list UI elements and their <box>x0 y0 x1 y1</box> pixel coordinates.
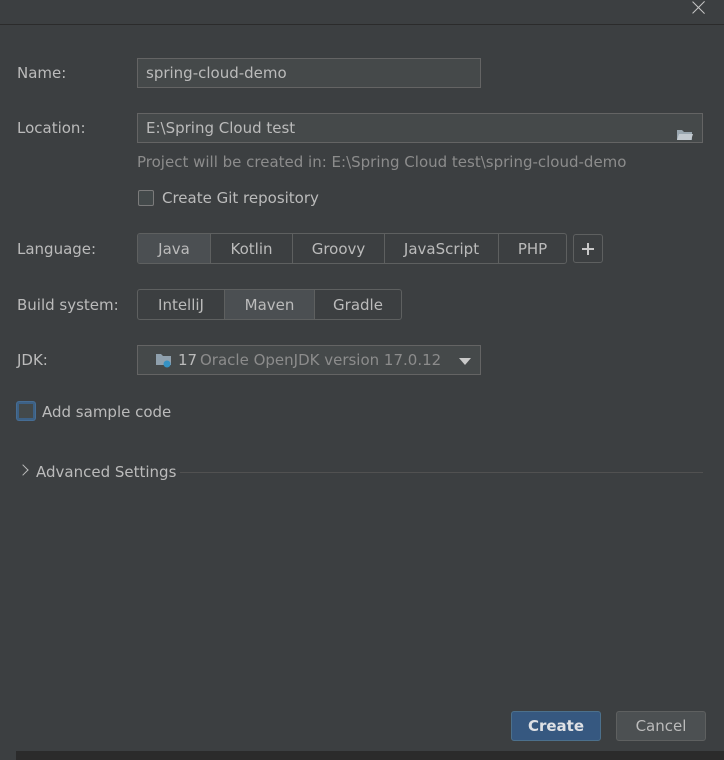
chevron-down-icon <box>459 358 471 365</box>
folder-icon[interactable] <box>676 122 694 140</box>
build-option-maven[interactable]: Maven <box>225 290 315 319</box>
language-option-groovy[interactable]: Groovy <box>293 234 385 263</box>
language-selector: Java Kotlin Groovy JavaScript PHP <box>137 233 567 264</box>
git-checkbox-label: Create Git repository <box>162 189 319 207</box>
build-system-selector: IntelliJ Maven Gradle <box>137 289 402 320</box>
language-option-php[interactable]: PHP <box>499 234 566 263</box>
language-option-javascript[interactable]: JavaScript <box>385 234 499 263</box>
create-button[interactable]: Create <box>511 711 601 741</box>
language-label: Language: <box>17 240 97 258</box>
title-bar <box>0 0 724 25</box>
sample-code-label: Add sample code <box>42 403 172 421</box>
build-option-intellij[interactable]: IntelliJ <box>138 290 225 319</box>
location-value: E:\Spring Cloud test <box>146 119 296 137</box>
name-label: Name: <box>17 64 67 82</box>
advanced-settings-divider <box>180 472 703 473</box>
chevron-right-icon[interactable] <box>17 464 29 476</box>
location-hint: Project will be created in: E:\Spring Cl… <box>137 153 627 171</box>
advanced-settings-toggle[interactable]: Advanced Settings <box>36 462 176 482</box>
git-checkbox[interactable] <box>138 190 154 206</box>
build-option-gradle[interactable]: Gradle <box>315 290 401 319</box>
language-option-kotlin[interactable]: Kotlin <box>211 234 293 263</box>
jdk-label: JDK: <box>17 351 48 369</box>
jdk-dropdown[interactable]: 17 Oracle OpenJDK version 17.0.12 <box>137 345 481 375</box>
build-system-label: Build system: <box>17 296 119 314</box>
add-language-button[interactable] <box>573 234 603 263</box>
sample-code-checkbox[interactable] <box>17 402 35 420</box>
bottom-edge <box>0 751 724 760</box>
jdk-folder-icon <box>155 352 173 368</box>
location-label: Location: <box>17 119 86 137</box>
name-input[interactable]: spring-cloud-demo <box>137 58 481 88</box>
location-input[interactable]: E:\Spring Cloud test <box>137 113 703 143</box>
jdk-description: Oracle OpenJDK version 17.0.12 <box>200 351 442 369</box>
cancel-button[interactable]: Cancel <box>616 711 706 741</box>
jdk-version: 17 <box>178 351 198 369</box>
close-icon[interactable] <box>691 0 707 16</box>
language-option-java[interactable]: Java <box>138 234 211 263</box>
